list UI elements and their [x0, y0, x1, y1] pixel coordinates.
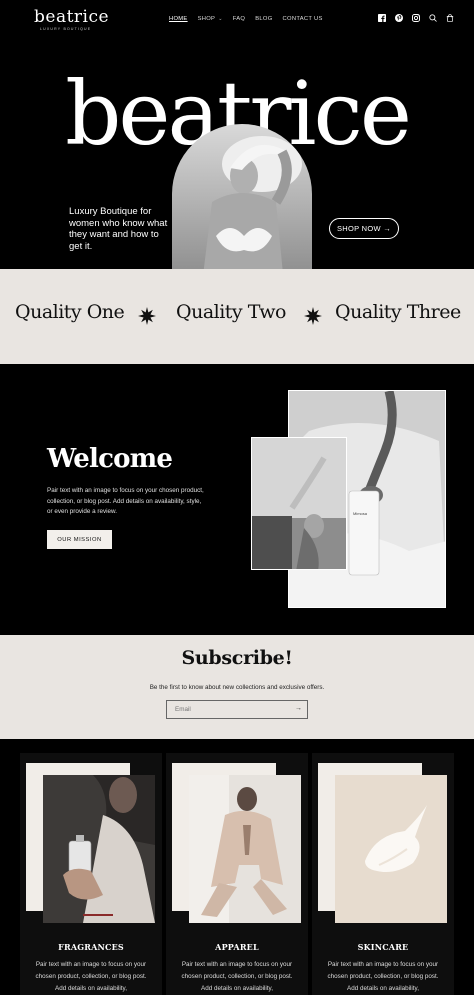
card-title: FRAGRANCES	[58, 942, 124, 952]
site-header: beatrice LUXURY BOUTIQUE HOME SHOP ⌄ FAQ …	[0, 0, 474, 42]
welcome-title: Welcome	[47, 444, 173, 474]
nav-contact[interactable]: CONTACT US	[283, 16, 323, 22]
card-text: Pair text with an image to focus on your…	[327, 961, 439, 992]
shop-now-button[interactable]: SHOP NOW →	[329, 218, 399, 239]
hero-tagline: Luxury Boutique for women who know what …	[69, 206, 168, 252]
hero-section: beatrice Luxury Boutique for women who k…	[0, 42, 474, 270]
instagram-icon[interactable]	[412, 14, 420, 22]
hero-photo	[172, 124, 312, 270]
our-mission-button[interactable]: OUR MISSION	[47, 530, 112, 549]
welcome-text: Pair text with an image to focus on your…	[47, 487, 204, 515]
card-image-fragrances	[43, 775, 155, 923]
header-icons	[378, 14, 454, 22]
card-skincare[interactable]: SKINCARE Pair text with an image to focu…	[312, 753, 454, 995]
subscribe-title: Subscribe!	[181, 647, 293, 669]
pinterest-icon[interactable]	[395, 14, 403, 22]
subscribe-text: Be the first to know about new collectio…	[149, 684, 325, 691]
logo-wordmark: beatrice	[34, 7, 110, 27]
cart-icon[interactable]	[446, 14, 454, 22]
card-text: Pair text with an image to focus on your…	[181, 961, 293, 992]
logo-tagline: LUXURY BOUTIQUE	[40, 27, 92, 31]
email-input[interactable]	[166, 700, 308, 719]
quality-three: Quality Three	[335, 301, 461, 323]
welcome-image-model	[251, 437, 347, 570]
starburst-icon	[304, 307, 322, 325]
nav-shop-label: SHOP	[197, 16, 216, 22]
welcome-section: Welcome Pair text with an image to focus…	[0, 364, 474, 635]
site-logo[interactable]: beatrice LUXURY BOUTIQUE	[34, 8, 109, 31]
nav-faq[interactable]: FAQ	[233, 16, 246, 22]
facebook-icon[interactable]	[378, 14, 386, 22]
quality-two: Quality Two	[176, 301, 286, 323]
category-cards: FRAGRANCES Pair text with an image to fo…	[0, 739, 474, 995]
card-image-apparel	[189, 775, 301, 923]
search-icon[interactable]	[429, 14, 437, 22]
nav-shop[interactable]: SHOP ⌄	[198, 16, 223, 22]
quality-band: Quality One Quality Two Quality Three	[0, 269, 474, 364]
card-image-skincare	[335, 775, 447, 923]
arrow-right-icon[interactable]: →	[295, 705, 302, 712]
card-title: SKINCARE	[357, 942, 409, 952]
chevron-down-icon: ⌄	[218, 16, 223, 22]
card-fragrances[interactable]: FRAGRANCES Pair text with an image to fo…	[20, 753, 162, 995]
quality-one: Quality One	[15, 301, 125, 323]
subscribe-section: Subscribe! Be the first to know about ne…	[0, 635, 474, 739]
nav-blog[interactable]: BLOG	[255, 16, 272, 22]
card-text: Pair text with an image to focus on your…	[35, 961, 147, 992]
nav-home[interactable]: HOME	[169, 16, 188, 22]
starburst-icon	[138, 307, 156, 325]
card-title: APPAREL	[215, 942, 259, 952]
svg-text:Mimosa: Mimosa	[353, 511, 368, 516]
card-apparel[interactable]: APPAREL Pair text with an image to focus…	[166, 753, 308, 995]
main-nav: HOME SHOP ⌄ FAQ BLOG CONTACT US	[169, 16, 323, 22]
